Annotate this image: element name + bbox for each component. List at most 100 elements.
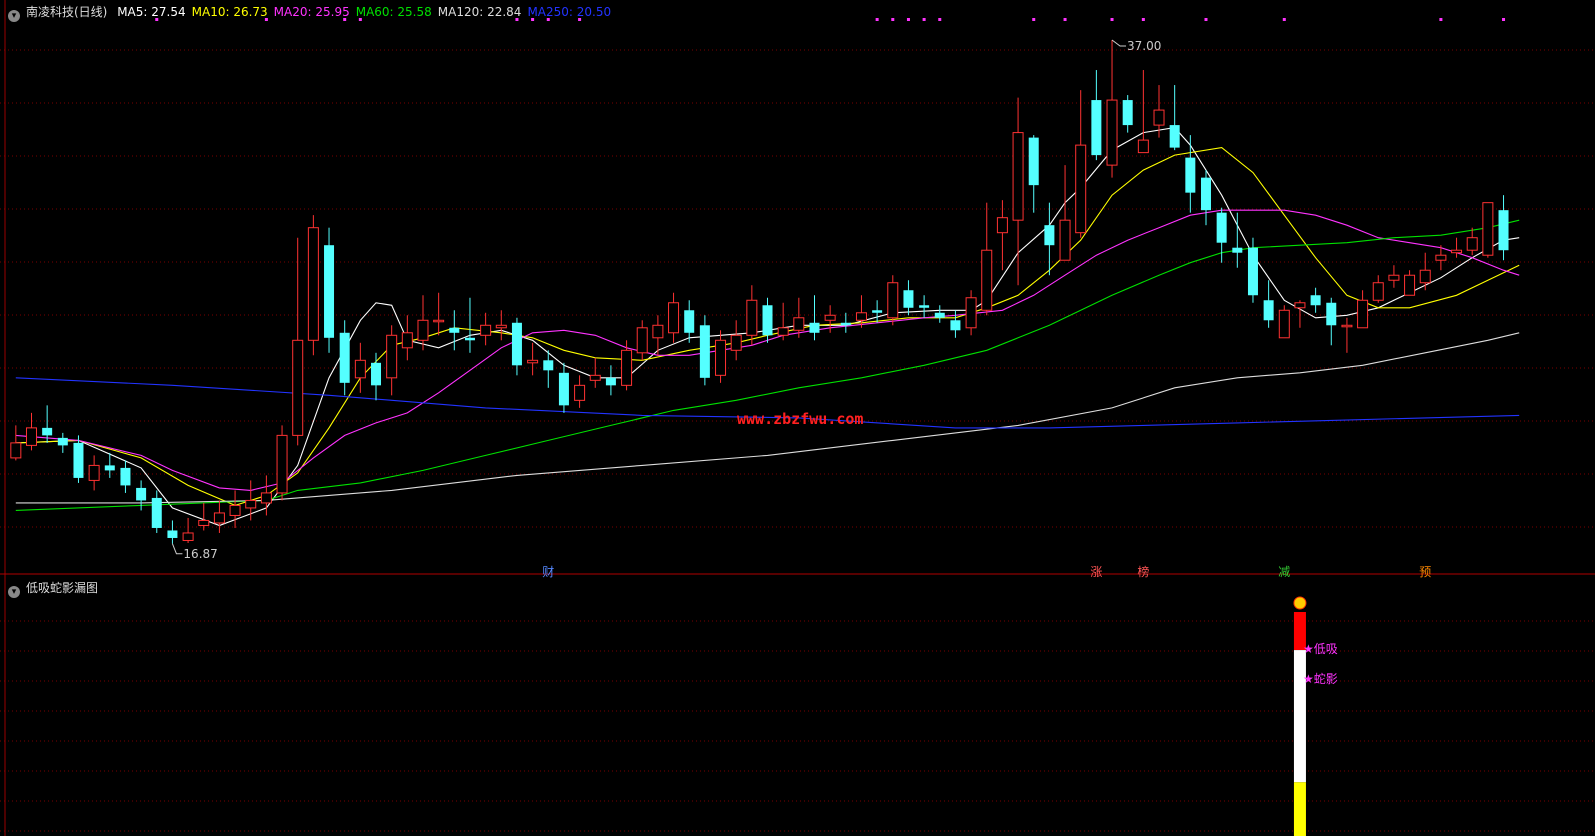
candle-body — [42, 427, 53, 436]
candle-body — [1137, 139, 1149, 154]
candle-body — [1278, 309, 1290, 339]
signal-dot — [1063, 18, 1067, 21]
candle-body — [260, 492, 272, 504]
candle-body — [1388, 274, 1400, 281]
signal-dot — [1502, 18, 1506, 21]
candle-body — [1216, 212, 1227, 243]
candle-body — [855, 312, 867, 321]
candle-body — [1044, 225, 1055, 246]
candle-body — [1200, 177, 1211, 211]
ma-label-0: MA5: 27.54 — [117, 5, 186, 19]
candle-body — [136, 487, 147, 501]
candle-body — [824, 314, 836, 321]
candle-body — [1185, 157, 1196, 193]
low-marker — [171, 543, 183, 555]
candle-body — [887, 282, 899, 319]
signal-dot — [1032, 18, 1036, 21]
candle-body — [1404, 274, 1416, 296]
event-marker[interactable]: 榜 — [1137, 565, 1149, 579]
candle-body — [872, 310, 883, 313]
candle-body — [354, 359, 366, 379]
candle-body — [762, 305, 773, 336]
candle-body — [213, 512, 225, 524]
candle-body — [730, 334, 742, 351]
candle-body — [1263, 300, 1274, 321]
indicator-bar-segment — [1293, 650, 1306, 783]
candle-body — [276, 434, 288, 494]
candle-body — [527, 359, 539, 364]
signal-dot — [1439, 18, 1443, 21]
candle-body — [996, 217, 1008, 234]
ma-line-ma60 — [15, 219, 1520, 511]
watermark: www.zbzfwu.com — [737, 410, 864, 428]
main-chart-header: ▾ 南凌科技(日线) MA5: 27.54 MA10: 26.73 MA20: 25.… — [8, 4, 623, 22]
candle-body — [104, 465, 115, 471]
candle-body — [1310, 295, 1321, 306]
candle-body — [401, 332, 413, 349]
signal-dot — [938, 18, 942, 21]
candle-body — [1357, 299, 1369, 329]
candle-body — [621, 349, 633, 386]
candle-body — [605, 377, 616, 386]
candle-body — [198, 519, 210, 526]
candle-body — [1059, 219, 1071, 261]
candle-body — [903, 290, 914, 308]
candle-body — [495, 324, 507, 329]
candle-body — [339, 332, 350, 383]
candle-body — [668, 302, 680, 334]
signal-dot — [906, 18, 910, 21]
candle-body — [1498, 210, 1509, 251]
indicator-title: 低吸蛇影漏图 — [26, 581, 99, 595]
candle-body — [919, 305, 930, 308]
candle-body — [950, 320, 961, 331]
candle-body — [1169, 125, 1180, 148]
candle-body — [433, 319, 445, 323]
indicator-bar-segment — [1293, 782, 1306, 836]
candle-body — [1153, 109, 1165, 126]
candle-body — [88, 464, 100, 481]
candle-body — [558, 372, 569, 406]
signal-dot — [875, 18, 879, 21]
collapse-toggle-icon[interactable]: ▾ — [8, 10, 20, 22]
candle-body — [1372, 282, 1384, 301]
candle-body — [809, 322, 820, 333]
candle-body — [324, 245, 335, 338]
candle-body — [1106, 99, 1118, 166]
candle-body — [1075, 144, 1087, 234]
ma-label-3: MA60: 25.58 — [355, 5, 432, 19]
stock-title: 南凌科技(日线) — [26, 5, 108, 19]
candle-body — [10, 442, 22, 459]
signal-dot — [1141, 18, 1145, 21]
candle-body — [793, 317, 805, 331]
high-marker — [1111, 39, 1127, 47]
collapse-toggle-icon[interactable]: ▾ — [8, 586, 20, 598]
ma-label-1: MA10: 26.73 — [191, 5, 268, 19]
low-price-label: 16.87 — [183, 546, 218, 561]
signal-dixi: ★低吸 — [1302, 642, 1338, 657]
money-bag-icon — [1293, 596, 1307, 610]
candle-body — [120, 467, 131, 486]
candle-body — [1482, 202, 1494, 256]
ma-line-ma20 — [15, 209, 1520, 491]
event-marker[interactable]: 预 — [1419, 565, 1431, 579]
candle-body — [449, 327, 460, 333]
signal-dot — [1204, 18, 1208, 21]
candle-body — [1294, 302, 1306, 309]
event-marker[interactable]: 财 — [542, 565, 554, 579]
event-marker[interactable]: 减 — [1278, 565, 1290, 579]
candle-body — [292, 339, 304, 436]
candle-body — [167, 530, 178, 538]
candle-body — [245, 499, 257, 509]
candle-body — [1326, 302, 1337, 326]
candle-body — [981, 249, 993, 311]
ma-label-5: MA250: 20.50 — [527, 5, 612, 19]
ma-label-2: MA20: 25.95 — [273, 5, 350, 19]
event-marker[interactable]: 涨 — [1090, 565, 1102, 579]
candle-body — [1028, 137, 1039, 186]
candle-body — [151, 497, 162, 528]
candle-body — [746, 299, 758, 336]
high-price-label: 37.00 — [1127, 39, 1162, 54]
candle-body — [636, 327, 648, 354]
candle-body — [684, 310, 695, 333]
candle-body — [1232, 247, 1243, 253]
